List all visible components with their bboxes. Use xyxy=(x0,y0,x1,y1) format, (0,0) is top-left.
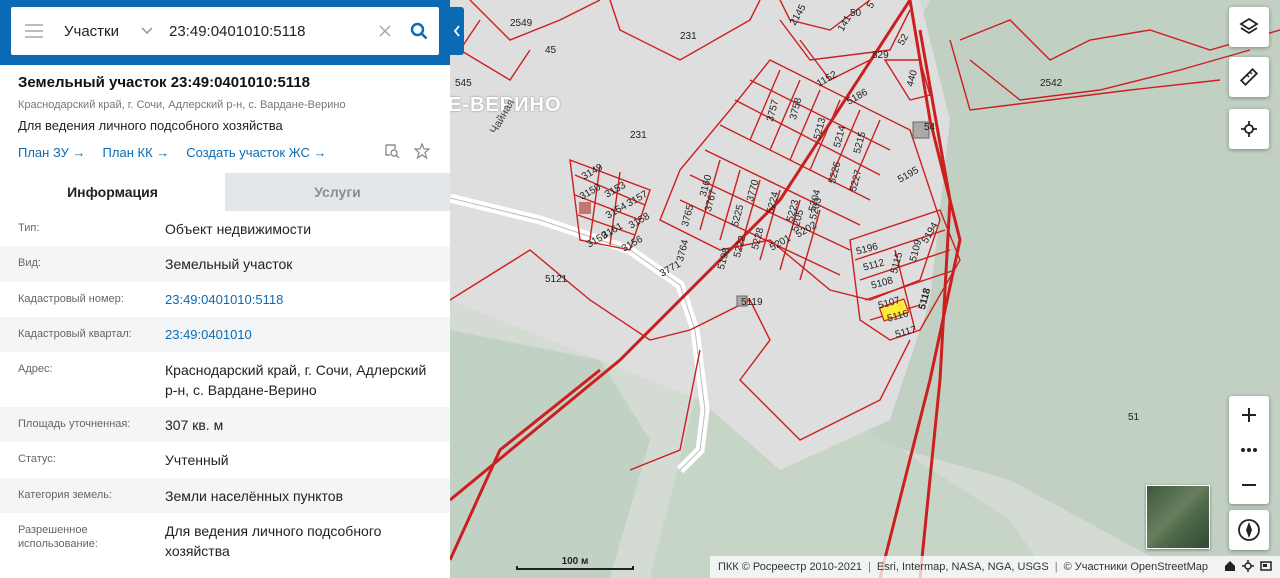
layers-button[interactable] xyxy=(1229,7,1269,47)
cadastral-quarter-link[interactable]: 23:49:0401010 xyxy=(165,325,432,352)
plus-icon xyxy=(1242,408,1256,422)
zoom-in-button[interactable] xyxy=(1229,396,1269,434)
info-value: 307 кв. м xyxy=(165,417,224,433)
parcel-label: 231 xyxy=(680,31,697,42)
clear-button[interactable] xyxy=(371,7,399,55)
info-row: Кадастровый номер: 23:49:0401010:5118 xyxy=(0,282,450,317)
object-links: План ЗУ → План КК → Создать участок ЖС → xyxy=(18,141,432,162)
tab-services[interactable]: Услуги xyxy=(225,173,450,211)
favorite-star-icon[interactable] xyxy=(413,141,431,162)
zoom-controls xyxy=(1229,396,1269,504)
locate-button[interactable] xyxy=(1229,109,1269,149)
info-value: Краснодарский край, г. Сочи, Адлерский р… xyxy=(165,362,427,398)
sidebar-panel: Участки Земельный участок 23:49:0401010:… xyxy=(0,0,450,578)
info-row: Разрешенное использование: Для ведения л… xyxy=(0,513,450,569)
info-value: Для ведения личного подсобного хозяйства xyxy=(165,523,382,559)
info-key: Площадь уточненная: xyxy=(18,418,131,430)
search-type-select[interactable]: Участки xyxy=(57,23,157,40)
info-row: Кадастровый квартал: 23:49:0401010 xyxy=(0,317,450,352)
collapse-panel-button[interactable] xyxy=(450,7,464,55)
measure-button[interactable] xyxy=(1229,57,1269,97)
parcel-label: 54 xyxy=(924,122,936,133)
search-type-label: Участки xyxy=(64,22,119,40)
parcel-label: 50 xyxy=(850,8,862,19)
parcel-label: 231 xyxy=(630,130,647,141)
search-bar: Участки xyxy=(0,0,450,65)
target-icon[interactable] xyxy=(1242,559,1254,575)
info-key: Кадастровый номер: xyxy=(18,293,124,305)
attribution: ПКК © Росреестр 2010-2021 | Esri, Interm… xyxy=(709,556,1280,578)
compass-icon xyxy=(1238,519,1260,541)
basemap-thumbnail[interactable] xyxy=(1146,485,1210,549)
info-row: Адрес: Краснодарский край, г. Сочи, Адле… xyxy=(0,352,450,407)
parcel-label: 2549 xyxy=(510,18,533,29)
info-value: Земельный участок xyxy=(165,256,293,272)
search-icon xyxy=(410,22,428,40)
menu-button[interactable] xyxy=(11,7,57,55)
object-title: Земельный участок 23:49:0401010:5118 xyxy=(18,74,311,91)
info-row: Тип: Объект недвижимости xyxy=(0,211,450,246)
ruler-icon xyxy=(1239,67,1259,87)
info-key: Категория земель: xyxy=(18,489,113,501)
parcel-label: 5119 xyxy=(741,297,763,308)
create-parcel-link[interactable]: Создать участок ЖС → xyxy=(186,145,326,160)
info-key: Кадастровый квартал: xyxy=(18,328,132,340)
parcel-label: 2542 xyxy=(1040,78,1063,89)
info-key: Адрес: xyxy=(18,363,53,375)
info-row: Площадь уточненная: 307 кв. м xyxy=(0,407,450,442)
parcel-label: 829 xyxy=(872,50,889,61)
attribution-esri: Esri, Intermap, NASA, NGA, USGS xyxy=(876,561,1049,573)
search-button[interactable] xyxy=(399,7,439,55)
info-table: Тип: Объект недвижимости Вид: Земельный … xyxy=(0,211,450,569)
more-button[interactable] xyxy=(1229,434,1269,466)
map-view[interactable]: Е-ВЕРИНО Чайная 2549 231 2145 141 50 5 829 52 45… xyxy=(450,0,1280,578)
zoom-out-button[interactable] xyxy=(1229,466,1269,504)
attribution-osm: © Участники OpenStreetMap xyxy=(1063,561,1208,573)
dots-icon xyxy=(1241,448,1257,452)
object-address: Краснодарский край, г. Сочи, Адлерский р… xyxy=(18,99,346,111)
parcel-label: 5121 xyxy=(545,274,568,285)
plan-zu-link[interactable]: План ЗУ → xyxy=(18,145,86,160)
info-key: Статус: xyxy=(18,453,56,465)
info-row: Категория земель: Земли населённых пункт… xyxy=(0,478,450,513)
object-use: Для ведения личного подсобного хозяйства xyxy=(18,118,283,133)
close-icon xyxy=(379,25,391,37)
info-value: Учтенный xyxy=(165,452,229,468)
compass-button[interactable] xyxy=(1229,510,1269,550)
info-value: Объект недвижимости xyxy=(165,221,312,237)
fullscreen-icon[interactable] xyxy=(1260,560,1272,575)
parcel-label: 51 xyxy=(1128,412,1140,423)
chevron-down-icon xyxy=(141,27,153,35)
layers-icon xyxy=(1239,17,1259,35)
find-on-map-icon[interactable] xyxy=(384,143,400,162)
chevron-left-icon xyxy=(453,25,460,37)
tabs: Информация Услуги xyxy=(0,173,450,211)
info-key: Разрешенное использование: xyxy=(18,524,98,550)
info-row: Вид: Земельный участок xyxy=(0,246,450,282)
crosshair-icon xyxy=(1241,121,1257,137)
info-value: Земли населённых пунктов xyxy=(165,488,344,504)
attribution-rosreestr: ПКК © Росреестр 2010-2021 xyxy=(717,561,863,573)
home-icon[interactable] xyxy=(1224,560,1236,575)
parcel-label: 545 xyxy=(455,78,472,89)
scale-bar-line xyxy=(516,566,634,570)
parcel-label: 45 xyxy=(545,45,557,56)
object-header: Земельный участок 23:49:0401010:5118 Кра… xyxy=(0,65,450,161)
hamburger-icon xyxy=(25,24,43,38)
info-key: Тип: xyxy=(18,222,40,234)
tab-info[interactable]: Информация xyxy=(0,173,225,211)
plan-kk-link[interactable]: План КК → xyxy=(103,145,170,160)
scale-bar: 100 м xyxy=(516,556,634,570)
search-input[interactable] xyxy=(157,11,371,51)
search-box: Участки xyxy=(11,7,439,55)
minus-icon xyxy=(1242,484,1256,486)
info-row: Статус: Учтенный xyxy=(0,442,450,478)
cadastral-number-link[interactable]: 23:49:0401010:5118 xyxy=(165,290,432,317)
info-key: Вид: xyxy=(18,257,41,269)
